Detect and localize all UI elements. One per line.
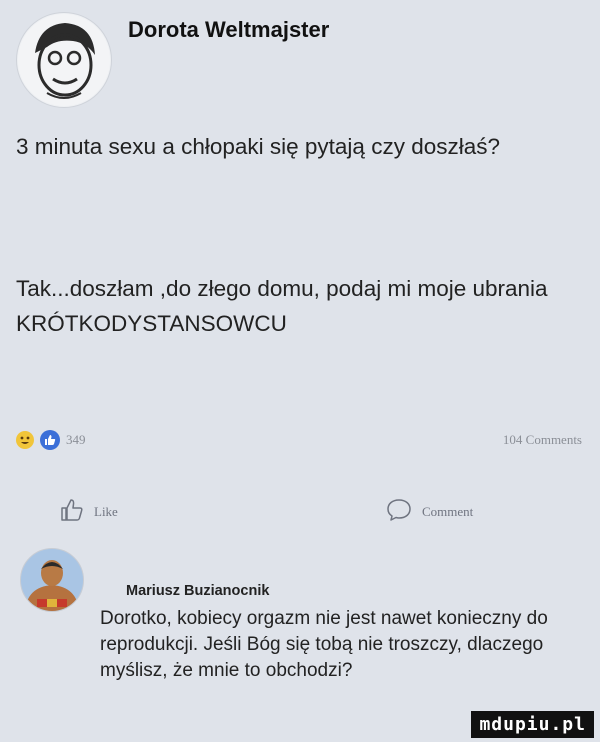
comment-author-name[interactable]: Mariusz Buzianocnik [126, 583, 269, 599]
comment-bubble-icon [386, 498, 412, 526]
post-text-paragraph-1: 3 minuta sexu a chłopaki się pytają czy … [16, 134, 501, 159]
post-text-paragraph-2: Tak...doszłam ,do złego domu, podaj mi m… [16, 276, 548, 336]
reaction-count: 349 [66, 432, 86, 447]
like-label: Like [94, 504, 118, 519]
comment-button[interactable]: Comment [386, 498, 473, 526]
like-reaction-icon [40, 430, 60, 450]
thumbs-up-icon [60, 498, 84, 526]
comment-text: Dorotko, kobiecy orgazm nie jest nawet k… [100, 608, 548, 682]
emoji-laugh-icon [16, 431, 34, 449]
author-avatar[interactable] [16, 12, 112, 108]
reactions-summary[interactable]: 349 [16, 430, 86, 450]
comments-count[interactable]: 104 Comments [503, 432, 582, 448]
commenter-avatar[interactable] [20, 548, 84, 612]
comment-label: Comment [422, 504, 474, 519]
author-name[interactable]: Dorota Weltmajster [128, 17, 329, 43]
like-button[interactable]: Like [60, 498, 118, 526]
site-watermark: mdupiu.pl [471, 711, 594, 738]
facebook-post: Dorota Weltmajster 3 minuta sexu a chłop… [0, 0, 600, 742]
